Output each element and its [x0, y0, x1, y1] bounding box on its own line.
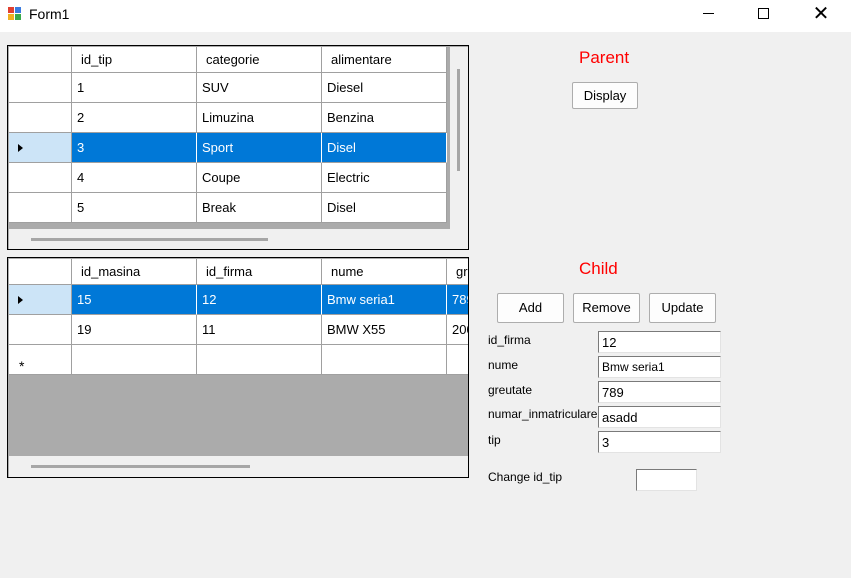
table-cell[interactable]: 1: [72, 73, 197, 103]
table-cell[interactable]: 19: [72, 315, 197, 345]
close-button[interactable]: ✕: [798, 0, 844, 30]
maximize-icon: [757, 8, 769, 20]
table-cell[interactable]: Break: [197, 193, 322, 223]
column-header-nume[interactable]: nume: [322, 259, 447, 285]
table-cell[interactable]: BMW X55: [322, 315, 447, 345]
row-header[interactable]: [9, 285, 72, 315]
table-cell[interactable]: Disel: [322, 193, 447, 223]
table-cell[interactable]: 12: [197, 285, 322, 315]
column-header-id_firma[interactable]: id_firma: [197, 259, 322, 285]
add-button[interactable]: Add: [497, 293, 564, 323]
tip-field[interactable]: [598, 431, 721, 453]
display-button[interactable]: Display: [572, 82, 638, 109]
table-cell[interactable]: Disel: [322, 133, 447, 163]
column-header-gr[interactable]: gr: [447, 259, 468, 285]
id-firma-field[interactable]: [598, 331, 721, 353]
child-hscroll-thumb[interactable]: [31, 465, 250, 468]
remove-button[interactable]: Remove: [573, 293, 640, 323]
table-cell[interactable]: 4: [72, 163, 197, 193]
table-cell[interactable]: Electric: [322, 163, 447, 193]
column-header-id_masina[interactable]: id_masina: [72, 259, 197, 285]
child-label: Child: [579, 259, 618, 278]
parent-vscrollbar[interactable]: [450, 47, 468, 229]
row-header[interactable]: [9, 133, 72, 163]
table-cell[interactable]: Sport: [197, 133, 322, 163]
maximize-button[interactable]: [740, 0, 786, 30]
nume-field[interactable]: [598, 356, 721, 378]
row-header[interactable]: *: [9, 345, 72, 375]
change-id-tip-label: Change id_tip: [488, 470, 563, 484]
parent-vscroll-thumb[interactable]: [457, 69, 460, 171]
table-cell[interactable]: [197, 345, 322, 375]
row-header[interactable]: [9, 315, 72, 345]
table-cell[interactable]: 200: [447, 315, 468, 345]
update-button[interactable]: Update: [649, 293, 716, 323]
nume-label: nume: [488, 358, 519, 372]
title-bar: Form1 ✕: [0, 0, 851, 32]
column-header-id_tip[interactable]: id_tip: [72, 47, 197, 73]
tip-label: tip: [488, 433, 501, 447]
table-cell[interactable]: Coupe: [197, 163, 322, 193]
close-icon: ✕: [812, 3, 830, 25]
child-hscrollbar[interactable]: [9, 456, 468, 477]
table-cell[interactable]: 789: [447, 285, 468, 315]
row-header[interactable]: [9, 73, 72, 103]
table-cell[interactable]: Diesel: [322, 73, 447, 103]
table-cell[interactable]: 2: [72, 103, 197, 133]
app-icon: [8, 7, 22, 21]
table-cell[interactable]: [447, 345, 468, 375]
column-header-alimentare[interactable]: alimentare: [322, 47, 447, 73]
table-cell[interactable]: 5: [72, 193, 197, 223]
window-title: Form1: [29, 6, 70, 22]
numar-inmatriculare-field[interactable]: [598, 406, 721, 428]
table-cell[interactable]: [72, 345, 197, 375]
child-data-grid[interactable]: id_masinaid_firmanumegr 1512Bmw seria1789…: [7, 257, 469, 478]
parent-label: Parent: [579, 48, 630, 67]
table-cell[interactable]: 15: [72, 285, 197, 315]
parent-data-grid[interactable]: id_tip categorie alimentare 1 SUV Diesel 2 Limu…: [7, 45, 469, 250]
table-cell[interactable]: Limuzina: [197, 103, 322, 133]
table-cell[interactable]: Benzina: [322, 103, 447, 133]
minimize-button[interactable]: [685, 0, 731, 30]
grid-corner-cell[interactable]: [9, 259, 72, 285]
greutate-label: greutate: [488, 383, 533, 397]
table-cell[interactable]: Bmw seria1: [322, 285, 447, 315]
row-header[interactable]: [9, 193, 72, 223]
table-cell[interactable]: 11: [197, 315, 322, 345]
table-cell[interactable]: 3: [72, 133, 197, 163]
change-id-tip-field[interactable]: [636, 469, 697, 491]
table-cell[interactable]: SUV: [197, 73, 322, 103]
column-header-categorie[interactable]: categorie: [197, 47, 322, 73]
greutate-field[interactable]: [598, 381, 721, 403]
new-row-icon: *: [19, 358, 25, 374]
numar-inmatriculare-label: numar_inmatriculare: [488, 407, 598, 421]
parent-hscrollbar[interactable]: [9, 229, 468, 249]
row-header[interactable]: [9, 163, 72, 193]
grid-corner-cell[interactable]: [9, 47, 72, 73]
row-header[interactable]: [9, 103, 72, 133]
current-row-arrow-icon: [18, 296, 23, 304]
minimize-icon: [702, 13, 714, 15]
id-firma-label: id_firma: [488, 333, 531, 347]
current-row-arrow-icon: [18, 144, 23, 152]
table-cell[interactable]: [322, 345, 447, 375]
parent-hscroll-thumb[interactable]: [31, 238, 268, 241]
